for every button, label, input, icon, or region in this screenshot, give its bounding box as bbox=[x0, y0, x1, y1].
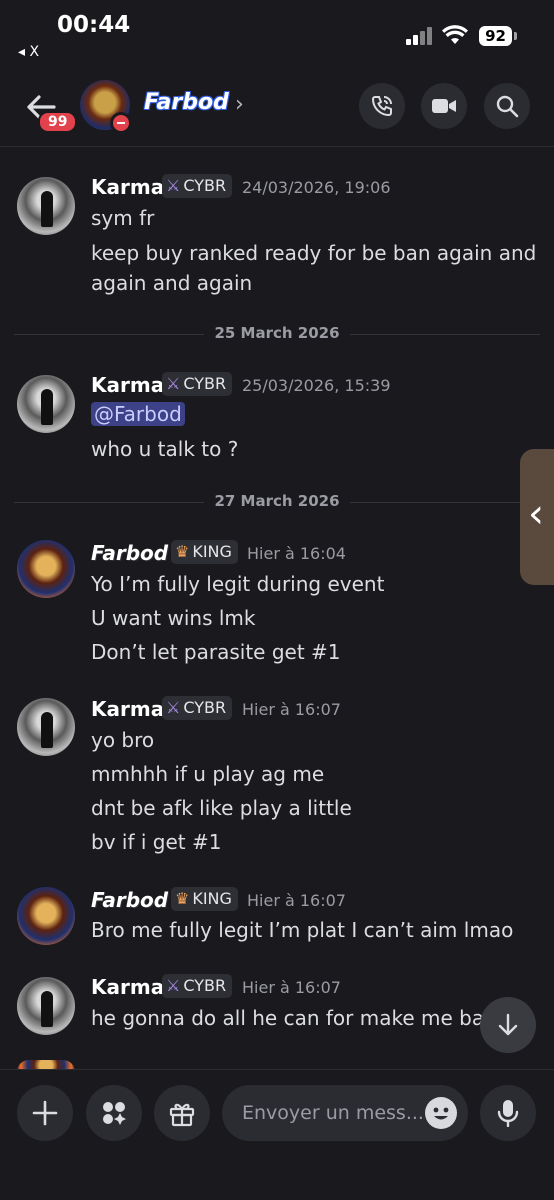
avatar[interactable] bbox=[17, 887, 75, 945]
message-text: who u talk to ? bbox=[91, 437, 239, 461]
author-name[interactable]: Karma bbox=[91, 373, 164, 397]
user-tag-badge[interactable]: ♛ KING bbox=[171, 887, 238, 911]
timestamp: Hier à 16:07 bbox=[242, 978, 341, 997]
message-text: bv if i get #1 bbox=[91, 830, 222, 854]
timestamp: 24/03/2026, 19:06 bbox=[242, 178, 391, 197]
crown-icon: ♛ bbox=[175, 542, 190, 561]
author-name[interactable]: Karma bbox=[91, 175, 164, 199]
avatar[interactable] bbox=[17, 375, 75, 433]
battery-indicator: 92 bbox=[479, 26, 512, 46]
apps-sparkle-icon bbox=[103, 1102, 126, 1125]
avatar bbox=[17, 1060, 75, 1069]
battery-tip bbox=[514, 32, 517, 40]
user-tag-badge[interactable]: ⚔ CYBR bbox=[162, 974, 233, 998]
tag-label: CYBR bbox=[183, 176, 227, 195]
message-input-container[interactable] bbox=[222, 1085, 468, 1141]
message-text: yo bro bbox=[91, 728, 155, 752]
apps-button[interactable] bbox=[86, 1085, 142, 1141]
avatar[interactable] bbox=[17, 698, 75, 756]
date-divider: 25 March 2026 bbox=[14, 324, 540, 344]
smiley-face-icon bbox=[433, 1107, 449, 1120]
tag-label: KING bbox=[192, 542, 232, 561]
user-tag-badge[interactable]: ⚔ CYBR bbox=[162, 372, 233, 396]
timestamp: Hier à 16:07 bbox=[242, 700, 341, 719]
do-not-disturb-status-icon bbox=[110, 112, 132, 134]
user-mention[interactable]: @Farbod bbox=[91, 402, 185, 426]
phone-call-icon bbox=[371, 96, 392, 117]
sword-icon: ⚔ bbox=[166, 176, 181, 195]
message-text: U want wins lmk bbox=[91, 606, 256, 630]
back-to-app-link[interactable]: ◂ X bbox=[18, 44, 39, 60]
message-text: @Farbod bbox=[91, 402, 185, 426]
message-composer bbox=[0, 1069, 554, 1200]
channel-header: 99 Farbod › bbox=[0, 70, 554, 147]
date-divider: 27 March 2026 bbox=[14, 492, 540, 512]
timestamp: Hier à 16:07 bbox=[247, 891, 346, 910]
plus-icon bbox=[32, 1100, 58, 1126]
video-call-button[interactable] bbox=[421, 83, 467, 129]
sword-icon: ⚔ bbox=[166, 976, 181, 995]
tag-label: CYBR bbox=[183, 976, 227, 995]
user-tag-badge[interactable]: ♛ KING bbox=[171, 540, 238, 564]
chevron-right-icon[interactable]: › bbox=[235, 92, 244, 117]
attach-button[interactable] bbox=[17, 1085, 73, 1141]
wifi-icon bbox=[442, 25, 468, 44]
cell-signal-icon bbox=[406, 27, 434, 45]
member-drawer-handle[interactable]: ‹ bbox=[520, 449, 554, 585]
timestamp: Hier à 16:04 bbox=[247, 544, 346, 563]
author-name[interactable]: Farbod bbox=[91, 888, 168, 912]
emoji-picker-icon[interactable] bbox=[425, 1097, 457, 1129]
sword-icon: ⚔ bbox=[166, 374, 181, 393]
avatar[interactable] bbox=[17, 540, 75, 598]
date-divider-label: 27 March 2026 bbox=[204, 492, 350, 510]
chevron-left-icon: ‹ bbox=[528, 491, 544, 537]
clock: 00:44 bbox=[57, 12, 131, 38]
tag-label: CYBR bbox=[183, 698, 227, 717]
message-text: dnt be afk like play a little bbox=[91, 796, 352, 820]
avatar[interactable] bbox=[17, 977, 75, 1035]
message-text: keep buy ranked ready for be ban again a… bbox=[91, 241, 537, 265]
user-tag-badge[interactable]: ⚔ CYBR bbox=[162, 696, 233, 720]
message-list[interactable]: Karma ⚔ CYBR 24/03/2026, 19:06 sym fr kee… bbox=[0, 147, 554, 1069]
message-text: Don’t let parasite get #1 bbox=[91, 640, 341, 664]
date-divider-label: 25 March 2026 bbox=[204, 324, 350, 342]
unread-count-badge: 99 bbox=[38, 111, 78, 133]
voice-call-button[interactable] bbox=[359, 83, 405, 129]
user-tag-badge[interactable]: ⚔ CYBR bbox=[162, 174, 233, 198]
message-text: Bro me fully legit I’m plat I can’t aim … bbox=[91, 918, 514, 942]
gift-icon bbox=[169, 1103, 195, 1127]
author-name[interactable]: Farbod bbox=[91, 541, 168, 565]
message-text: mmhhh if u play ag me bbox=[91, 762, 325, 786]
status-bar: 00:44 ◂ X 92 bbox=[0, 0, 554, 70]
timestamp: 25/03/2026, 15:39 bbox=[242, 376, 391, 395]
search-button[interactable] bbox=[484, 83, 530, 129]
author-name[interactable]: Karma bbox=[91, 697, 164, 721]
message-text: sym fr bbox=[91, 206, 155, 230]
message-text: Yo I’m fully legit during event bbox=[91, 572, 385, 596]
channel-name[interactable]: Farbod bbox=[144, 90, 229, 115]
voice-message-button[interactable] bbox=[480, 1085, 536, 1141]
message-text: he gonna do all he can for make me ban bbox=[91, 1006, 497, 1030]
jump-to-latest-button[interactable] bbox=[480, 997, 536, 1053]
arrow-down-icon bbox=[498, 1013, 518, 1036]
tag-label: KING bbox=[192, 889, 232, 908]
author-name[interactable]: Karma bbox=[91, 975, 164, 999]
avatar[interactable] bbox=[17, 177, 75, 235]
sword-icon: ⚔ bbox=[166, 698, 181, 717]
message-input[interactable] bbox=[240, 1099, 424, 1127]
crown-icon: ♛ bbox=[175, 889, 190, 908]
microphone-icon bbox=[497, 1100, 519, 1127]
video-camera-icon bbox=[432, 99, 456, 113]
gift-button[interactable] bbox=[154, 1085, 210, 1141]
message-text: again and again bbox=[91, 271, 253, 295]
search-icon bbox=[496, 95, 519, 118]
tag-label: CYBR bbox=[183, 374, 227, 393]
